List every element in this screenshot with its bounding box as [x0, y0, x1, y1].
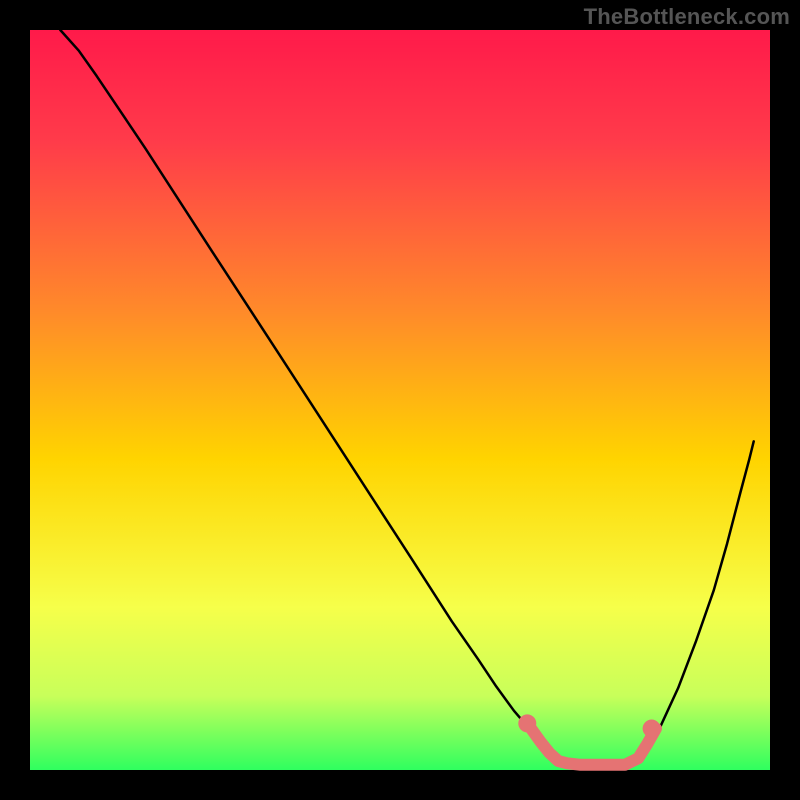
- optimal-zone-dot-right: [643, 720, 661, 738]
- optimal-zone-dot-left: [518, 714, 536, 732]
- watermark-text: TheBottleneck.com: [584, 4, 790, 30]
- chart-svg: [0, 0, 800, 800]
- chart-stage: TheBottleneck.com: [0, 0, 800, 800]
